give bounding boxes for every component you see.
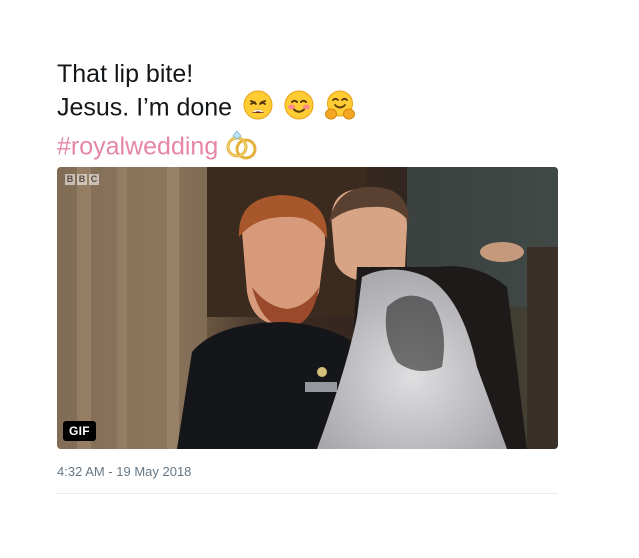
tweet-timestamp[interactable]: 4:32 AM - 19 May 2018 xyxy=(57,464,191,479)
watermark-letter: B xyxy=(77,174,87,185)
tweet-line-3: #royalwedding xyxy=(57,128,558,168)
bbc-watermark: B B C xyxy=(65,174,99,185)
rings-icon xyxy=(225,128,259,168)
gif-badge: GIF xyxy=(63,421,96,441)
hugging-face-icon xyxy=(324,90,355,128)
tweet-line-1: That lip bite! xyxy=(57,60,194,88)
tweet-text: That lip bite! Jesus. I’m done #royalwed… xyxy=(57,58,558,168)
gif-frame-image xyxy=(57,167,558,449)
divider xyxy=(57,493,558,494)
tweet-line-2-text: Jesus. I’m done xyxy=(57,93,233,122)
smiling-face-blush-icon xyxy=(284,90,314,128)
tweet-line-2: Jesus. I’m done xyxy=(57,90,558,128)
hashtag-link[interactable]: #royalwedding xyxy=(57,133,218,161)
watermark-letter: C xyxy=(89,174,99,185)
watermark-letter: B xyxy=(65,174,75,185)
gif-media[interactable]: B B C GIF xyxy=(57,167,558,449)
weary-face-icon xyxy=(243,90,273,128)
